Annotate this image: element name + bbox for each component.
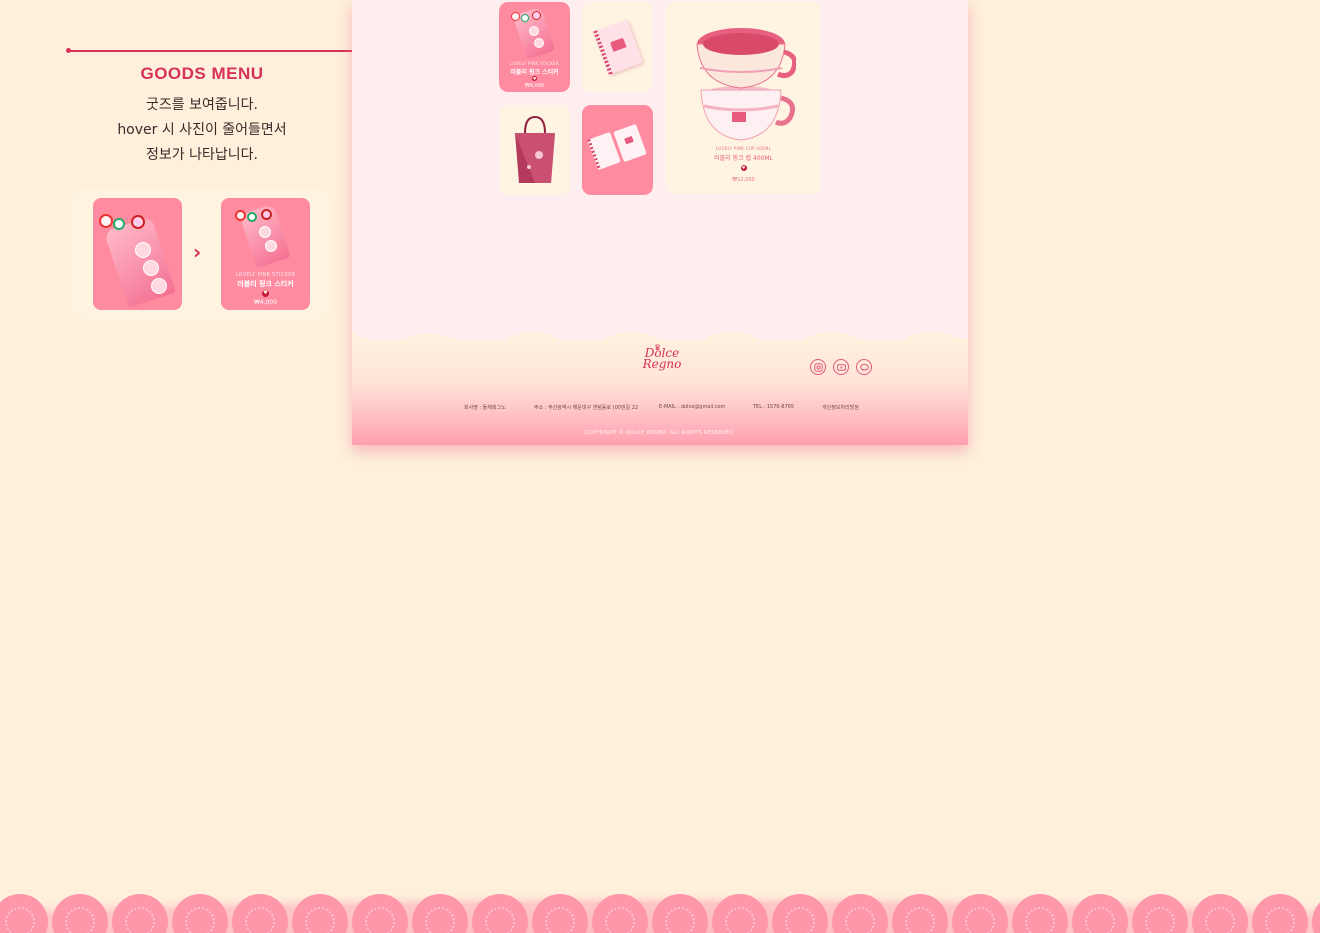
footer-email: E-MAIL : dolce@gmail.com <box>659 404 726 410</box>
youtube-icon[interactable] <box>833 359 849 375</box>
heart-icon[interactable]: ♥ <box>740 165 747 171</box>
goods-item-sticker[interactable]: LOVELY PINK STICKER 러블리 핑크 스티커 ♥ ₩4,000 <box>499 2 570 92</box>
goods-item-bag[interactable] <box>499 105 570 195</box>
goods-item-cup[interactable]: LOVELY PINK CUP 400ML 러블리 핑크 컵 400ML ♥ ₩… <box>666 2 821 194</box>
talk-icon[interactable] <box>856 359 872 375</box>
logo-line-2: Regno <box>642 357 682 371</box>
annotation-title: GOODS MENU <box>140 64 264 83</box>
goods-name: 러블리 핑크 컵 400ML <box>714 155 773 162</box>
social-links <box>810 359 872 375</box>
sticker-badge <box>131 215 145 229</box>
cup-image <box>696 28 796 141</box>
footer-privacy-link[interactable]: 개인정보처리방침 <box>822 404 859 411</box>
sticker-circle <box>529 26 539 36</box>
castle-icon <box>624 135 634 145</box>
goods-name: 러블리 핑크 스티커 <box>510 69 559 76</box>
demo-card-after: LOVELY PINK STICKER 러블리 핑크 스티커 ♥ ₩4,000 <box>221 198 310 310</box>
sticker-badge <box>532 11 541 20</box>
footer-copyright: COPYRIGHT © DOLCE REGNO. ALL RIGHTS RESE… <box>585 430 735 436</box>
sticker-badge <box>99 214 113 228</box>
notebook-spiral <box>593 30 613 75</box>
annotation-line-1: 굿즈를 보여줍니다. <box>146 97 258 113</box>
sticker-badge <box>113 218 125 230</box>
castle-icon <box>609 37 627 52</box>
sticker-badge <box>261 209 272 220</box>
heart-icon: ♥ <box>262 290 269 297</box>
sticker-circle <box>143 260 159 276</box>
annotation-line-2: hover 시 사진이 줄어들면서 <box>117 122 287 138</box>
lace-border <box>0 880 1320 933</box>
sticker-circle <box>135 242 151 258</box>
annotation-line-3: 정보가 나타납니다. <box>146 147 258 163</box>
footer-address: 주소 : 부산광역시 해운대구 센텀동로 (00번길 22 <box>534 405 639 411</box>
card-subtitle: LOVELY PINK STICKER <box>235 272 296 278</box>
memo-spiral <box>587 139 602 171</box>
goods-subtitle: LOVELY PINK STICKER <box>510 61 559 66</box>
sticker-badge <box>511 12 520 21</box>
sticker-circle <box>534 38 544 48</box>
goods-price: ₩4,000 <box>524 83 545 89</box>
sticker-circle <box>265 240 277 252</box>
footer-tel: TEL : 1576-8765 <box>753 404 795 410</box>
sticker-badge <box>521 14 529 22</box>
sticker-badge <box>235 210 246 221</box>
site-mockup: LOVELY PINK STICKER 러블리 핑크 스티커 ♥ ₩4,000 … <box>352 0 968 445</box>
sticker-circle <box>151 278 167 294</box>
goods-item-memo[interactable] <box>582 105 653 195</box>
chevron-right-icon: › <box>193 240 202 264</box>
goods-subtitle: LOVELY PINK CUP 400ML <box>715 146 772 151</box>
sticker-pack-image <box>103 216 177 308</box>
sticker-badge <box>247 212 257 222</box>
heart-icon[interactable]: ♥ <box>532 76 537 81</box>
goods-item-notebook[interactable] <box>582 2 653 92</box>
tote-bag-image <box>515 115 555 183</box>
annotation-description: 굿즈를 보여줍니다. hover 시 사진이 줄어들면서 정보가 나타납니다. <box>72 93 332 168</box>
notebook-image <box>593 19 643 75</box>
footer-company: 회사명 : 돌체레그노 <box>464 405 506 411</box>
card-price: ₩4,000 <box>253 299 278 306</box>
site-logo[interactable]: Dolce Regno <box>635 347 689 371</box>
demo-card-before <box>93 198 182 310</box>
card-name: 러블리 핑크 스티커 <box>237 280 294 288</box>
hover-demo-box: › LOVELY PINK STICKER 러블리 핑크 스티커 ♥ ₩4,00… <box>71 188 332 320</box>
goods-price: ₩12,000 <box>732 177 755 183</box>
sticker-circle <box>259 226 271 238</box>
instagram-icon[interactable] <box>810 359 826 375</box>
